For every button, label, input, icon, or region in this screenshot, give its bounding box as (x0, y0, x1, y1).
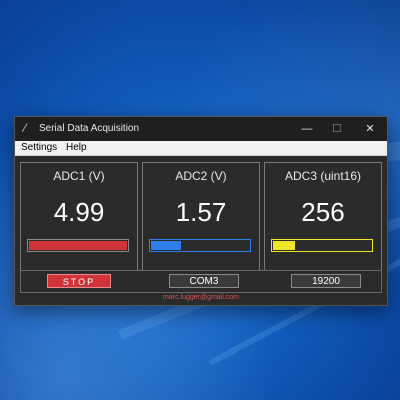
adc3-panel: ADC3 (uint16) 256 (264, 162, 382, 271)
adc2-label: ADC2 (V) (175, 169, 227, 183)
adc2-level-bar (149, 239, 251, 252)
adc3-value: 256 (301, 197, 345, 227)
app-icon: ⁄ (24, 121, 27, 135)
author-email: marc.lugger@gmail.com (163, 294, 239, 301)
adc2-panel: ADC2 (V) 1.57 (142, 162, 260, 271)
menu-item-settings[interactable]: Settings (21, 142, 57, 153)
adc3-level-bar (271, 239, 373, 252)
port-select[interactable]: COM3 (169, 274, 239, 288)
menu-bar: Settings Help (15, 141, 387, 156)
adc2-level-fill (151, 241, 181, 250)
adc3-level-fill (273, 241, 295, 250)
menu-item-help[interactable]: Help (66, 142, 87, 153)
adc2-value: 1.57 (175, 197, 227, 227)
adc1-level-bar (27, 239, 129, 252)
title-bar[interactable]: ⁄ Serial Data Acquisition — ☐ ✕ (15, 117, 387, 141)
adc1-level-fill (29, 241, 127, 250)
app-window: ⁄ Serial Data Acquisition — ☐ ✕ Settings… (14, 116, 388, 306)
close-icon[interactable]: ✕ (355, 117, 385, 141)
maximize-icon[interactable]: ☐ (322, 117, 352, 141)
minimize-icon[interactable]: — (292, 117, 322, 141)
adc1-value: 4.99 (53, 197, 105, 227)
adc1-label: ADC1 (V) (53, 169, 105, 183)
window-title: Serial Data Acquisition (39, 123, 140, 134)
adc3-label: ADC3 (uint16) (284, 169, 362, 183)
adc1-panel: ADC1 (V) 4.99 (20, 162, 138, 271)
stop-button[interactable]: STOP (47, 274, 111, 288)
controls-bar: STOP COM3 19200 (20, 270, 382, 293)
baud-rate-select[interactable]: 19200 (291, 274, 361, 288)
